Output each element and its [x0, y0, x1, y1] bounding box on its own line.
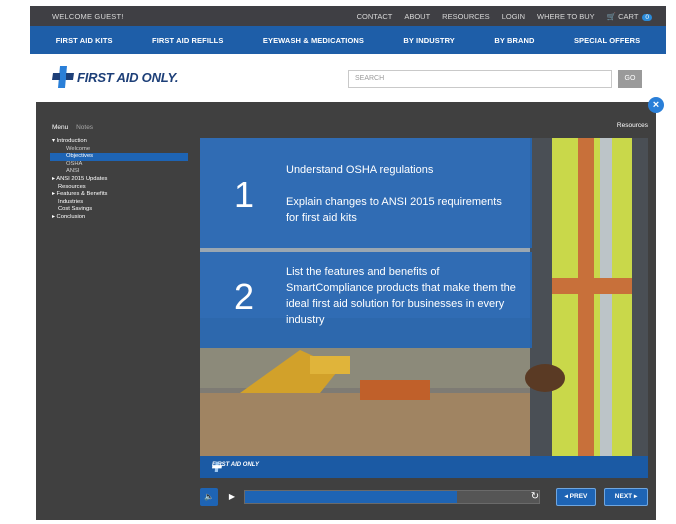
close-icon: × [652, 99, 660, 111]
login-link[interactable]: LOGIN [502, 12, 525, 21]
menu-item-osha[interactable]: OSHA [50, 161, 188, 169]
menu-item-resources[interactable]: Resources [50, 184, 188, 192]
top-utility-bar: WELCOME GUEST! CONTACT ABOUT RESOURCES L… [30, 6, 666, 26]
nav-by-brand[interactable]: BY BRAND [494, 36, 534, 45]
search-input[interactable]: SEARCH [348, 70, 612, 88]
tab-menu[interactable]: Menu [52, 124, 68, 131]
menu-item-objectives[interactable]: Objectives [50, 153, 188, 161]
menu-item-label: ANSI 2015 Updates [56, 175, 108, 182]
utility-links: CONTACT ABOUT RESOURCES LOGIN WHERE TO B… [357, 12, 652, 21]
menu-item-label: Conclusion [56, 213, 86, 220]
cart-link[interactable]: 🛒 CART 0 [607, 12, 652, 21]
objective-2-text: List the features and benefits of SmartC… [286, 266, 516, 326]
website: WELCOME GUEST! CONTACT ABOUT RESOURCES L… [30, 0, 666, 524]
menu-item-welcome[interactable]: Welcome [50, 146, 188, 154]
slide-footer-bar: FIRST AID ONLY [200, 456, 648, 478]
expand-arrow-icon: ▾ [52, 138, 55, 144]
menu-item-label: Features & Benefits [56, 191, 108, 198]
replay-button[interactable]: ↻ [528, 490, 542, 504]
player-controls: 🔈 ▶ ↻ ◂ PREV NEXT ▸ [200, 486, 648, 508]
about-link[interactable]: ABOUT [404, 12, 430, 21]
menu-item-industries[interactable]: Industries [50, 199, 188, 207]
menu-item-introduction[interactable]: ▾ Introduction [50, 138, 188, 146]
nav-first-aid-refills[interactable]: FIRST AID REFILLS [152, 36, 223, 45]
objective-1-line-2: Explain changes to ANSI 2015 requirement… [286, 196, 502, 224]
cart-label: CART [618, 12, 639, 21]
resources-link[interactable]: RESOURCES [442, 12, 490, 21]
tab-notes[interactable]: Notes [76, 124, 93, 131]
resources-link[interactable]: Resources [617, 122, 648, 129]
expand-arrow-icon: ▸ [52, 213, 55, 220]
menu-item-ansi-2015-updates[interactable]: ▸ ANSI 2015 Updates [50, 176, 188, 184]
site-header: FIRST AID ONLY. SEARCH GO [30, 54, 666, 102]
next-button[interactable]: NEXT ▸ [604, 488, 648, 506]
contact-link[interactable]: CONTACT [357, 12, 393, 21]
close-player-button[interactable]: × [648, 97, 664, 113]
main-nav: FIRST AID KITS FIRST AID REFILLS EYEWASH… [30, 26, 666, 54]
cart-count-badge: 0 [642, 14, 652, 21]
footer-logo: FIRST AID ONLY [212, 462, 259, 472]
objective-2-number: 2 [234, 276, 255, 317]
volume-button[interactable]: 🔈 [200, 488, 218, 506]
course-menu: ▾ Introduction Welcome Objectives OSHA A… [50, 138, 188, 222]
site-logo[interactable]: FIRST AID ONLY. [52, 66, 178, 88]
menu-item-conclusion[interactable]: ▸ Conclusion [50, 214, 188, 222]
course-player: Menu Notes Resources ▾ Introduction Welc… [36, 102, 656, 520]
sidebar-tabs: Menu Notes [52, 124, 93, 131]
cross-logo-icon [52, 66, 74, 88]
menu-item-label: Introduction [56, 138, 87, 144]
seek-bar[interactable] [244, 490, 540, 504]
prev-button[interactable]: ◂ PREV [556, 488, 596, 506]
menu-item-cost-savings[interactable]: Cost Savings [50, 206, 188, 214]
nav-by-industry[interactable]: BY INDUSTRY [403, 36, 455, 45]
nav-first-aid-kits[interactable]: FIRST AID KITS [56, 36, 113, 45]
logo-text: FIRST AID ONLY. [77, 69, 179, 85]
slide-content: 1 Understand OSHA regulations Explain ch… [200, 138, 648, 478]
play-icon: ▶ [228, 492, 236, 501]
objective-1-line-1: Understand OSHA regulations [286, 164, 434, 176]
nav-special-offers[interactable]: SPECIAL OFFERS [574, 36, 640, 45]
where-to-buy-link[interactable]: WHERE TO BUY [537, 12, 595, 21]
expand-arrow-icon: ▸ [52, 191, 55, 198]
speaker-icon: 🔈 [204, 492, 214, 501]
menu-item-features-benefits[interactable]: ▸ Features & Benefits [50, 191, 188, 199]
cross-logo-icon [212, 462, 222, 472]
nav-eyewash-medications[interactable]: EYEWASH & MEDICATIONS [263, 36, 364, 45]
objective-1-number: 1 [234, 174, 255, 215]
replay-icon: ↻ [530, 491, 540, 502]
welcome-text: WELCOME GUEST! [52, 12, 124, 21]
menu-item-ansi[interactable]: ANSI [50, 168, 188, 176]
cart-icon: 🛒 [606, 12, 617, 21]
main-nav-bar: FIRST AID KITS FIRST AID REFILLS EYEWASH… [30, 26, 666, 54]
search-go-button[interactable]: GO [618, 70, 642, 88]
play-button[interactable]: ▶ [224, 488, 240, 506]
seek-bar-progress [245, 491, 457, 503]
expand-arrow-icon: ▸ [52, 175, 55, 182]
